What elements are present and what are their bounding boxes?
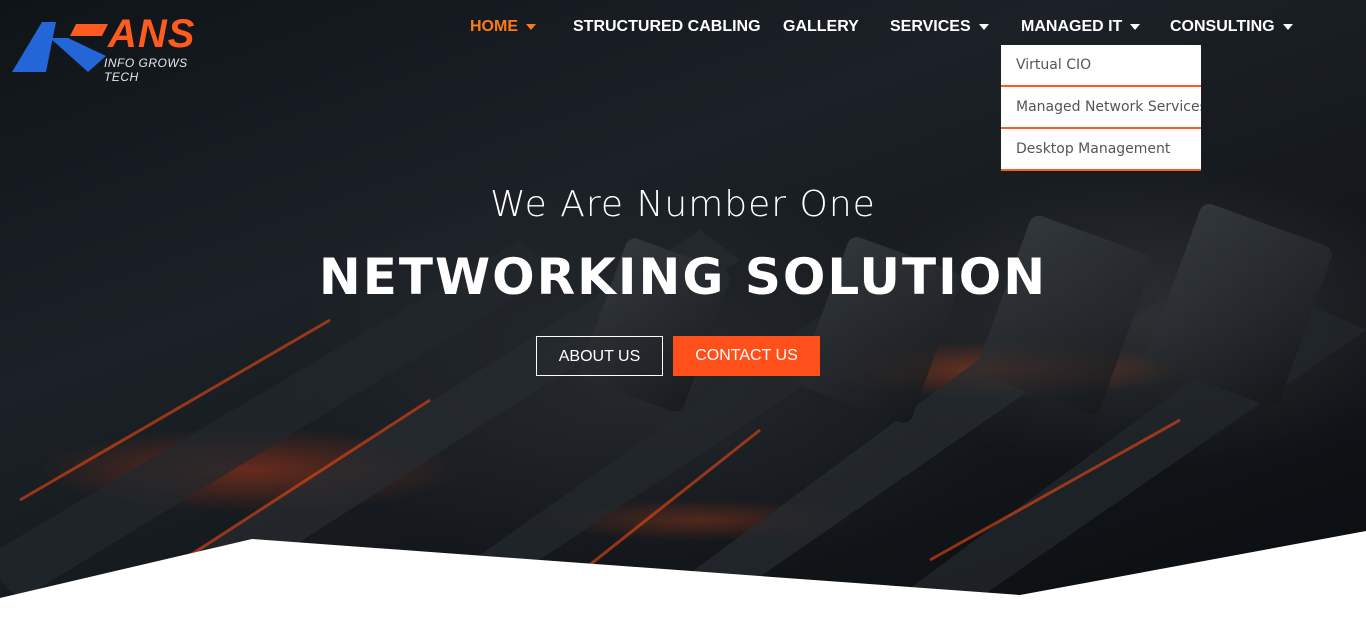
hero-title: NETWORKING SOLUTION [318,248,1048,306]
logo-mark-icon [12,22,108,72]
nav-item-label: CONSULTING [1170,18,1275,35]
managed-it-dropdown-menu: Virtual CIO Managed Network Services Des… [1001,45,1201,171]
contact-us-button[interactable]: CONTACT US [673,336,820,376]
logo-brand-text: ANS [108,12,196,56]
nav-item-gallery[interactable]: GALLERY [783,15,859,39]
dropdown-item-desktop-management[interactable]: Desktop Management [1001,129,1201,171]
nav-item-home[interactable]: HOME [470,15,536,39]
nav-item-label: STRUCTURED CABLING [573,18,761,35]
nav-item-label: GALLERY [783,18,859,35]
nav-item-consulting[interactable]: CONSULTING [1170,15,1293,39]
caret-down-icon [978,23,989,30]
nav-item-label: SERVICES [890,18,971,35]
nav-item-label: HOME [470,18,518,35]
site-logo[interactable]: ANS INFO GROWS TECH [10,12,220,84]
hero-subtitle: We Are Number One [490,184,876,225]
nav-item-structured-cabling[interactable]: STRUCTURED CABLING [573,15,761,39]
caret-down-icon [526,23,536,30]
nav-item-managed-it[interactable]: MANAGED IT [1021,15,1141,39]
caret-down-icon [1282,23,1293,30]
caret-down-icon [1130,23,1141,30]
about-us-button[interactable]: ABOUT US [536,336,663,376]
nav-item-label: MANAGED IT [1021,18,1123,35]
dropdown-item-managed-network-services[interactable]: Managed Network Services [1001,87,1201,129]
dropdown-item-virtual-cio[interactable]: Virtual CIO [1001,45,1201,87]
logo-tagline: INFO GROWS TECH [104,56,188,84]
nav-item-services[interactable]: SERVICES [890,15,989,39]
